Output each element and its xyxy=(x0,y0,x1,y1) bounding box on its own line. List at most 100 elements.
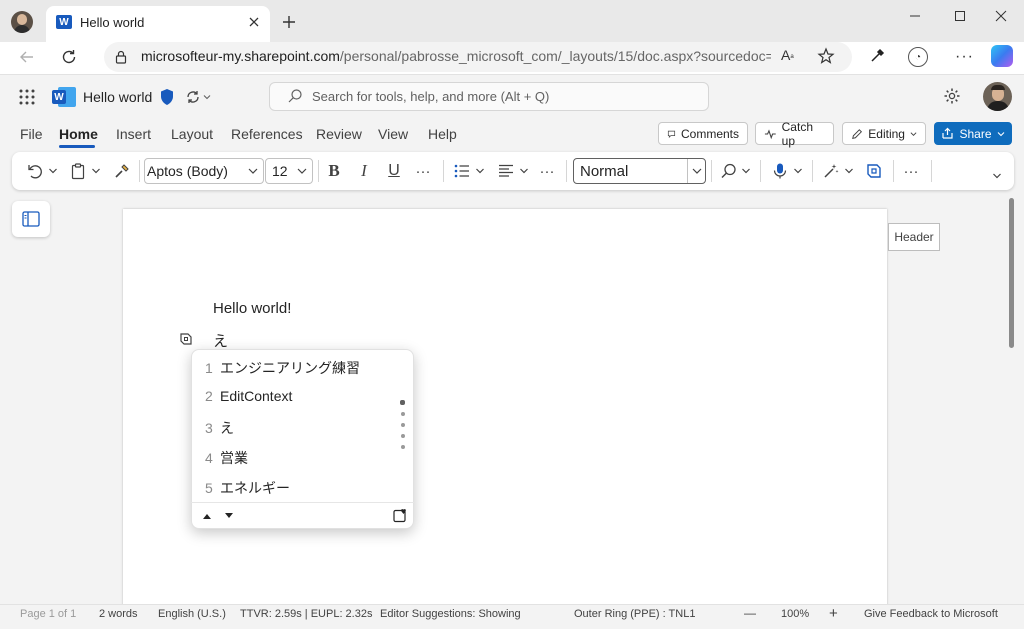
candidate-number: 2 xyxy=(205,388,213,404)
style-dropdown-button[interactable] xyxy=(687,159,705,183)
toolbar-divider xyxy=(566,160,567,182)
zoom-in-button[interactable]: + xyxy=(829,605,838,622)
settings-gear-icon[interactable] xyxy=(943,87,961,105)
document-text-line[interactable]: Hello world! xyxy=(213,300,291,317)
undo-dropdown-chevron-icon[interactable] xyxy=(48,166,58,176)
tab-file[interactable]: File xyxy=(20,126,43,142)
browser-essentials-icon[interactable]: ◔ xyxy=(908,47,928,67)
candidate-text: エンジニアリング練習 xyxy=(220,360,360,376)
dictate-microphone-icon[interactable] xyxy=(770,161,790,181)
find-dropdown-chevron-icon[interactable] xyxy=(741,166,751,176)
tab-insert[interactable]: Insert xyxy=(116,126,151,142)
font-size-dropdown[interactable]: 12 xyxy=(265,158,313,184)
tab-layout[interactable]: Layout xyxy=(171,126,213,142)
copilot-margin-icon[interactable] xyxy=(178,331,194,347)
ime-candidate-item[interactable]: 4 営業 xyxy=(205,448,248,468)
toolbar-divider xyxy=(318,160,319,182)
close-window-button[interactable] xyxy=(978,0,1024,32)
style-dropdown[interactable]: Normal xyxy=(573,158,706,184)
format-painter-icon[interactable] xyxy=(112,161,132,181)
word-favicon-icon: W xyxy=(56,15,72,29)
comments-button[interactable]: Comments xyxy=(658,122,748,145)
refresh-icon[interactable] xyxy=(60,48,78,66)
ime-page-down-icon[interactable] xyxy=(224,512,234,520)
font-name-dropdown[interactable]: Aptos (Body) xyxy=(144,158,264,184)
more-menu-icon[interactable]: ··· xyxy=(955,48,974,66)
feedback-link[interactable]: Give Feedback to Microsoft xyxy=(864,608,998,620)
app-launcher-icon[interactable] xyxy=(19,89,35,105)
bullet-list-icon[interactable] xyxy=(452,161,472,181)
ime-page-up-icon[interactable] xyxy=(202,512,212,520)
tab-review[interactable]: Review xyxy=(316,126,362,142)
copilot-ribbon-icon[interactable] xyxy=(864,161,884,181)
copilot-icon[interactable] xyxy=(991,45,1013,67)
tab-references[interactable]: References xyxy=(231,126,303,142)
sensitivity-shield-icon[interactable] xyxy=(159,88,175,106)
find-search-icon[interactable] xyxy=(719,161,739,181)
zoom-out-button[interactable]: — xyxy=(744,606,756,620)
align-text-icon[interactable] xyxy=(496,161,516,181)
profile-avatar[interactable] xyxy=(11,11,33,33)
bullets-dropdown-chevron-icon[interactable] xyxy=(475,166,485,176)
share-icon xyxy=(942,127,954,139)
ime-candidate-item[interactable]: 5 エネルギー xyxy=(205,478,290,498)
tab-view[interactable]: View xyxy=(378,126,408,142)
page-count[interactable]: Page 1 of 1 xyxy=(20,608,76,620)
toolbar-divider xyxy=(443,160,444,182)
zoom-level[interactable]: 100% xyxy=(781,608,809,620)
bold-icon[interactable]: B xyxy=(324,161,344,181)
tab-title: Hello world xyxy=(80,15,145,30)
ime-divider xyxy=(191,502,414,503)
back-arrow-icon[interactable] xyxy=(18,48,36,66)
new-tab-plus-icon[interactable] xyxy=(281,14,297,30)
paste-dropdown-chevron-icon[interactable] xyxy=(91,166,101,176)
paste-clipboard-icon[interactable] xyxy=(68,161,88,181)
header-label[interactable]: Header xyxy=(888,223,940,251)
editor-magic-wand-icon[interactable] xyxy=(821,161,841,181)
tab-home[interactable]: Home xyxy=(59,126,98,142)
sync-status-icon[interactable] xyxy=(185,88,215,106)
language-status[interactable]: English (U.S.) xyxy=(158,608,226,620)
catch-up-button[interactable]: Catch up xyxy=(755,120,834,148)
read-aloud-icon[interactable]: Aᵃ xyxy=(781,47,794,63)
toolbar-divider xyxy=(760,160,761,182)
more-paragraph-options-icon[interactable]: ··· xyxy=(537,161,557,181)
dictate-dropdown-chevron-icon[interactable] xyxy=(793,166,803,176)
scrollbar-thumb[interactable] xyxy=(1009,198,1014,348)
ime-dictionary-icon[interactable] xyxy=(393,508,408,523)
navigation-pane-button[interactable] xyxy=(12,201,50,237)
maximize-window-button[interactable] xyxy=(937,0,983,32)
minimize-window-button[interactable] xyxy=(892,0,938,32)
editing-mode-button[interactable]: Editing xyxy=(842,122,926,145)
favorite-star-icon[interactable] xyxy=(817,47,835,65)
more-commands-icon[interactable]: ··· xyxy=(901,161,921,181)
lock-icon[interactable] xyxy=(114,50,128,64)
chevron-down-icon xyxy=(692,168,701,174)
toolbar-divider xyxy=(893,160,894,182)
more-font-options-icon[interactable]: ··· xyxy=(413,161,433,181)
underline-icon[interactable]: U xyxy=(384,161,404,181)
ime-candidate-item[interactable]: 3え xyxy=(205,418,234,438)
expand-ribbon-chevron-icon[interactable] xyxy=(992,171,1002,181)
candidate-number: 1 xyxy=(205,360,213,376)
url-text[interactable]: microsofteur-my.sharepoint.com/personal/… xyxy=(141,48,771,64)
editor-suggestions-status[interactable]: Editor Suggestions: Showing xyxy=(380,608,521,620)
ime-page-indicator-dot xyxy=(401,412,405,416)
eyedropper-icon[interactable] xyxy=(868,47,886,65)
user-avatar[interactable] xyxy=(983,82,1012,111)
undo-icon[interactable] xyxy=(25,161,45,181)
ime-candidate-item[interactable]: 1 エンジニアリング練習 xyxy=(205,358,360,378)
ime-candidate-item[interactable]: 2 EditContext xyxy=(205,388,292,404)
candidate-number: 5 xyxy=(205,480,213,496)
font-size-value: 12 xyxy=(272,163,288,179)
share-button[interactable]: Share xyxy=(934,122,1012,145)
tab-help[interactable]: Help xyxy=(428,126,457,142)
italic-icon[interactable]: I xyxy=(354,161,374,181)
tab-close-icon[interactable] xyxy=(247,15,261,29)
document-title[interactable]: Hello world xyxy=(83,89,152,105)
align-dropdown-chevron-icon[interactable] xyxy=(519,166,529,176)
toolbar-divider xyxy=(711,160,712,182)
editor-dropdown-chevron-icon[interactable] xyxy=(844,166,854,176)
word-count[interactable]: 2 words xyxy=(99,608,138,620)
chevron-down-icon xyxy=(297,168,307,174)
